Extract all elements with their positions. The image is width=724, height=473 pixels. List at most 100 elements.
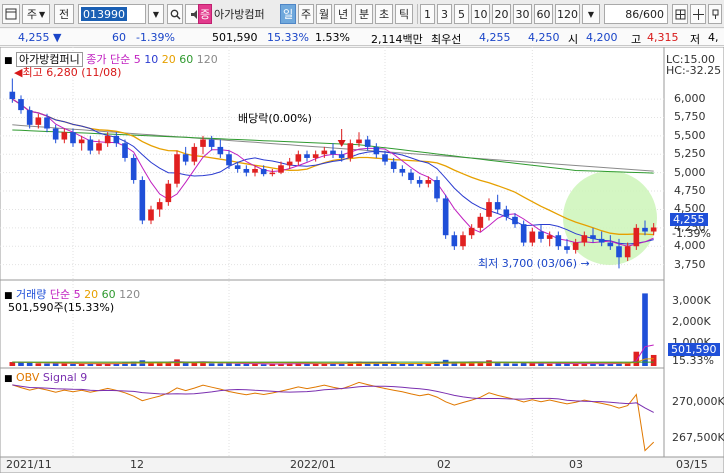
- hc-label: HC:-32.25: [666, 64, 722, 77]
- quote-open-label: 시: [568, 33, 579, 46]
- stock-badge: 증: [198, 4, 212, 24]
- volume-bar: [538, 363, 544, 366]
- candle-body: [286, 161, 293, 166]
- obv-tick-267500k: 267,500K: [672, 431, 724, 444]
- volume-bar: [650, 354, 657, 366]
- candle-body: [512, 216, 518, 225]
- obv-legend: ■ OBV Signal 9: [4, 371, 87, 384]
- period-month[interactable]: 월: [316, 4, 332, 24]
- period-day[interactable]: 일: [280, 4, 296, 24]
- interval-10[interactable]: 10: [471, 4, 490, 24]
- date-current: 03/15: [676, 458, 708, 471]
- quote-high: 4,315: [647, 31, 679, 44]
- candle-body: [373, 146, 380, 155]
- candle-body: [330, 150, 336, 155]
- period-week-label: 주: [300, 8, 312, 21]
- volume-bar: [156, 363, 163, 366]
- more-button[interactable]: [708, 4, 722, 24]
- quote-price-value: 4,255: [18, 31, 50, 44]
- date-03: 03: [569, 458, 583, 471]
- interval-5-label: 5: [458, 7, 465, 21]
- candle-body: [252, 168, 258, 173]
- candle-body: [104, 135, 111, 144]
- crosshair-button[interactable]: [690, 4, 706, 24]
- interval-60[interactable]: 60: [534, 4, 553, 24]
- interval-30[interactable]: 30: [513, 4, 532, 24]
- quote-high-label: 고: [631, 33, 642, 46]
- stock-badge-label: 증: [199, 8, 211, 21]
- crosshair-icon: [692, 8, 704, 20]
- interval-5[interactable]: 5: [454, 4, 469, 24]
- min-price-note: 최저 3,700 (03/06) →: [478, 255, 590, 271]
- chart-canvas[interactable]: [0, 47, 724, 473]
- max-price-note: ◀최고 6,280 (11/08): [14, 64, 121, 80]
- chart-menu-button[interactable]: [2, 4, 20, 24]
- window-icon: [5, 8, 17, 20]
- max-price-text: 최고 6,280 (11/08): [22, 66, 122, 79]
- chart-window: 주 ▼ 전 013990 ▼ 증 아가방컴퍼 일 주 월 년 분 초 틱 1 3…: [0, 0, 724, 473]
- period-minute[interactable]: 분: [355, 4, 373, 24]
- candle-body: [295, 154, 302, 162]
- candle-body: [113, 135, 120, 144]
- period-tick[interactable]: 틱: [395, 4, 413, 24]
- data-count-input[interactable]: 86/600: [604, 4, 668, 24]
- interval-120[interactable]: 120: [555, 4, 580, 24]
- candle-body: [217, 146, 224, 155]
- candle-body: [460, 235, 466, 247]
- volume-bar: [35, 363, 42, 366]
- candle-body: [156, 202, 163, 210]
- period-second[interactable]: 초: [375, 4, 393, 24]
- interval-3[interactable]: 3: [437, 4, 452, 24]
- candle-body: [52, 128, 59, 140]
- quote-change: 60: [112, 31, 126, 44]
- quote-change-pct: -1.39%: [136, 31, 175, 44]
- period-year[interactable]: 년: [334, 4, 352, 24]
- quote-turnover-pct: 1.53%: [315, 31, 350, 44]
- candle-body: [416, 180, 423, 184]
- chevron-down-icon: ▼: [152, 9, 160, 19]
- volume-bar: [208, 363, 215, 366]
- period-month-label: 월: [318, 8, 330, 21]
- market-select[interactable]: 주 ▼: [22, 4, 50, 24]
- interval-20[interactable]: 20: [492, 4, 511, 24]
- search-button[interactable]: [167, 4, 183, 24]
- candle-body: [572, 242, 579, 250]
- obv-title: OBV: [16, 371, 40, 384]
- interval-dropdown[interactable]: ▼: [582, 4, 600, 24]
- candle-body: [269, 172, 276, 175]
- prev-label: 전: [58, 8, 70, 21]
- stock-chart[interactable]: ■ 아가방컴퍼니 종가 단순 5 10 20 60 120 ◀최고 6,280 …: [0, 47, 724, 473]
- candle-body: [520, 224, 527, 243]
- volume-bar: [390, 363, 397, 366]
- volume-bar: [18, 362, 24, 366]
- candle-body: [304, 154, 310, 158]
- settings-button[interactable]: [672, 4, 688, 24]
- volume-bar: [347, 362, 354, 366]
- candle-body: [468, 227, 475, 236]
- quote-low-label: 저: [690, 33, 701, 46]
- interval-20-label: 20: [494, 7, 509, 21]
- date-12: 12: [130, 458, 144, 471]
- candle-body: [148, 209, 154, 221]
- candle-body: [364, 139, 371, 147]
- date-2021-11: 2021/11: [6, 458, 52, 471]
- interval-1[interactable]: 1: [420, 4, 435, 24]
- candle-body: [139, 180, 146, 221]
- down-arrow-icon: ▼: [53, 31, 62, 44]
- candle-body: [442, 198, 449, 236]
- candle-body: [44, 117, 50, 129]
- stock-code-input[interactable]: 013990: [78, 4, 146, 24]
- prev-button[interactable]: 전: [54, 4, 74, 24]
- price-tick-label: 5,500: [674, 128, 706, 142]
- period-year-label: 년: [337, 8, 349, 21]
- candle-body: [243, 168, 250, 173]
- volume-bar: [26, 362, 33, 366]
- ma10-label: 10: [144, 53, 159, 66]
- candle-body: [564, 246, 570, 250]
- quote-bar: 4,255 ▼ 60 -1.39% 501,590 15.33% 1.53% 2…: [0, 29, 724, 46]
- current-price-tag: 4,255: [670, 213, 708, 226]
- code-dropdown-button[interactable]: ▼: [148, 4, 164, 24]
- search-icon: [170, 9, 181, 20]
- price-panel: [0, 47, 665, 281]
- period-week[interactable]: 주: [298, 4, 314, 24]
